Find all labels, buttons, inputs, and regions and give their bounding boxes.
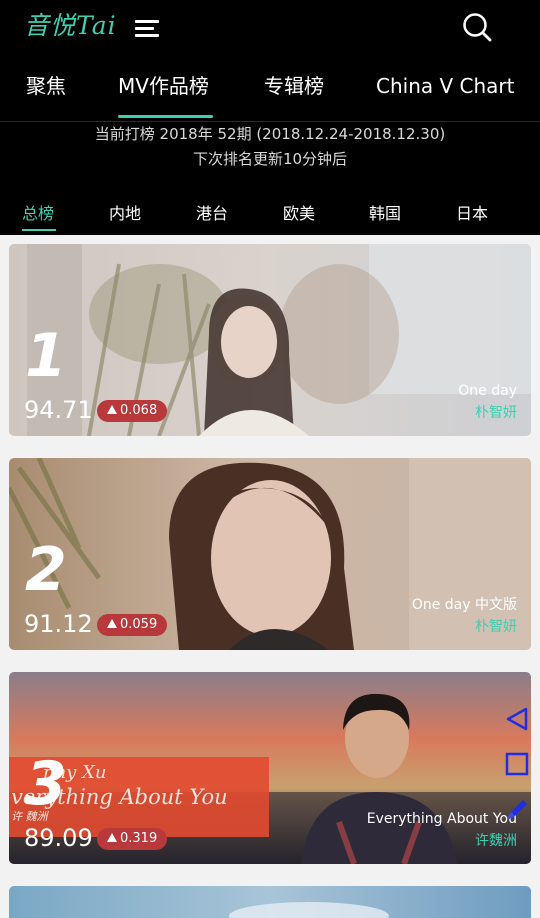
region-tabs: 总榜 内地 港台 欧美 韩国 日本 xyxy=(0,200,540,235)
chart-period: 当前打榜 2018年 52期 (2018.12.24-2018.12.30) xyxy=(94,125,446,143)
active-tab-indicator xyxy=(118,115,213,118)
region-tab-mainland[interactable]: 内地 xyxy=(109,203,141,225)
up-arrow-icon xyxy=(107,619,117,628)
region-tab-korea[interactable]: 韩国 xyxy=(369,203,401,225)
nav-tab-mv-chart[interactable]: MV作品榜 xyxy=(118,72,209,100)
app-header: 音悦Tai 聚焦 MV作品榜 专辑榜 China V Chart 当前打榜 20… xyxy=(0,0,540,235)
pen-icon[interactable] xyxy=(503,796,531,824)
song-title: One day 中文版 xyxy=(411,597,517,613)
song-title: Everything About You xyxy=(366,811,517,827)
score-change-badge: 0.319 xyxy=(97,828,168,850)
chart-entry-card[interactable]: nny Xu verything About You 许 魏洲 3 89.09 … xyxy=(9,672,531,864)
active-region-indicator xyxy=(22,229,56,231)
chart-entry-card[interactable]: 2 91.12 0.059 One day 中文版 朴智妍 xyxy=(9,458,531,650)
region-tab-japan[interactable]: 日本 xyxy=(456,203,488,225)
score: 94.71 xyxy=(24,396,93,424)
rank-number: 3 xyxy=(25,749,67,819)
chart-entry-card[interactable] xyxy=(9,886,531,918)
chart-entry-card[interactable]: 1 94.71 0.068 One day 朴智妍 xyxy=(9,244,531,436)
rank-number: 1 xyxy=(25,321,67,391)
header-divider xyxy=(0,121,540,122)
artist-name[interactable]: 朴智妍 xyxy=(475,617,517,637)
score-change: 0.068 xyxy=(120,403,158,418)
nav-tab-album-chart[interactable]: 专辑榜 xyxy=(264,72,324,100)
score-change: 0.059 xyxy=(120,617,158,632)
region-tab-west[interactable]: 欧美 xyxy=(283,203,315,225)
song-title: One day xyxy=(458,383,517,399)
square-icon[interactable] xyxy=(505,752,529,776)
score-change-badge: 0.068 xyxy=(97,400,168,422)
nav-tab-china-v-chart[interactable]: China V Chart xyxy=(376,72,515,100)
next-update-notice: 下次排名更新10分钟后 xyxy=(192,150,348,168)
region-tab-all[interactable]: 总榜 xyxy=(22,203,54,225)
region-tab-hk-tw[interactable]: 港台 xyxy=(196,203,228,225)
score: 91.12 xyxy=(24,610,93,638)
score-change-badge: 0.059 xyxy=(97,614,168,636)
nav-tab-focus[interactable]: 聚焦 xyxy=(26,72,66,100)
back-triangle-icon[interactable] xyxy=(504,706,530,732)
search-icon[interactable] xyxy=(462,12,492,42)
up-arrow-icon xyxy=(107,405,117,414)
up-arrow-icon xyxy=(107,833,117,842)
score: 89.09 xyxy=(24,824,93,852)
mv-thumbnail xyxy=(9,886,531,918)
top-nav: 聚焦 MV作品榜 专辑榜 China V Chart xyxy=(0,68,540,120)
score-change: 0.319 xyxy=(120,831,158,846)
artist-name[interactable]: 许魏洲 xyxy=(475,831,517,851)
app-logo[interactable]: 音悦Tai xyxy=(24,8,117,44)
menu-icon[interactable] xyxy=(135,20,159,38)
artist-name[interactable]: 朴智妍 xyxy=(475,403,517,423)
rank-number: 2 xyxy=(25,535,67,605)
